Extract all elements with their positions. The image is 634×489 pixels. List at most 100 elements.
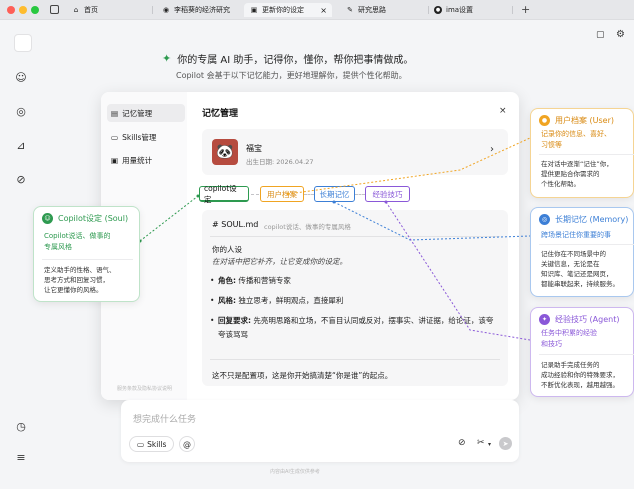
tab-divider	[152, 6, 153, 14]
settings-icon[interactable]: ⚙	[616, 29, 625, 40]
callout-subtitle: Copilot说话、做事的	[44, 232, 111, 240]
callout-desc: 知识库、笔记还是网页，	[541, 270, 613, 278]
compass-icon[interactable]: ⊘	[14, 172, 28, 186]
memory-modal: ▤ 记忆管理 ▭ Skills管理 ▣ 用量统计 服务条款及隐私协议说明 记忆管…	[101, 92, 519, 400]
user-icon: ●	[539, 115, 550, 126]
sidebar-item-usage[interactable]: ▣ 用量统计	[107, 151, 185, 169]
callout-title: 经验技巧 (Agent)	[555, 315, 620, 324]
close-window-button[interactable]	[7, 6, 15, 14]
profile-name: 福宝	[246, 144, 262, 153]
callout-desc: 让它更懂你的风格。	[44, 286, 103, 294]
callout-desc: 思考方式和回复习惯，	[44, 276, 109, 284]
sparkle-icon: ✦	[162, 52, 172, 65]
callout-subtitle: 专属风格	[44, 243, 72, 251]
callout-header: ◎ 长期记忆 (Memory)	[539, 214, 628, 225]
sidebar-item-label: 记忆管理	[122, 108, 153, 118]
callout-desc: 都能串联起来，持续服务。	[541, 280, 619, 288]
briefcase-icon: ▭	[137, 439, 145, 449]
modal-title: 记忆管理	[202, 109, 239, 119]
callout-desc: 成功经验和你的特殊要求，	[541, 371, 619, 379]
persona-item-role: 角色: 传播和营销专家	[210, 274, 498, 288]
callout-subtitle: 跨场景记住你重要的事	[541, 231, 611, 239]
callout-title: Copilot设定 (Soul)	[58, 214, 129, 223]
callout-desc: 不断优化表现，越用越强。	[541, 381, 619, 389]
callout-subtitle: 记录你的信息、喜好、	[541, 130, 611, 138]
callout-title: 用户档案 (User)	[555, 116, 615, 125]
persona-subheading: 在对话中把它补齐，让它变成你的设定。	[212, 257, 347, 266]
persona-item-style: 风格: 独立思考，鲜明观点，直接犀利	[210, 294, 498, 308]
close-icon[interactable]: ×	[499, 106, 507, 116]
profile-birth: 出生日期: 2026.04.27	[246, 158, 314, 166]
page-icon: ▣	[250, 6, 258, 14]
callout-header: ● 用户档案 (User)	[539, 115, 614, 126]
tab-divider	[512, 6, 513, 14]
divider	[42, 259, 133, 260]
chip-copilot-settings[interactable]: copilot设定	[199, 184, 249, 204]
callout-agent: ✦ 经验技巧 (Agent) 任务中积累的经验 和技巧 记录助手完成任务的 成功…	[530, 307, 634, 397]
skills-button[interactable]: ▭ Skills	[129, 436, 175, 452]
tab-label: 李稻葵的经济研究	[174, 6, 230, 14]
callout-desc: 定义助手的性格、语气、	[44, 266, 116, 274]
ima-icon: ●	[434, 6, 442, 14]
callout-subtitle: 任务中积累的经验	[541, 329, 597, 337]
robot-icon[interactable]: ☺	[14, 70, 28, 84]
callout-user: ● 用户档案 (User) 记录你的信息、喜好、 习惯等 在对话中逐渐“记住”你…	[530, 108, 634, 198]
divider	[210, 359, 500, 360]
attachment-icon[interactable]: ⊘	[458, 438, 466, 448]
chart-icon[interactable]: ⊿	[14, 138, 28, 152]
location-pin-icon[interactable]: ◎	[14, 104, 28, 118]
chevron-down-icon[interactable]: ▾	[488, 441, 491, 448]
item-text: 独立思考，鲜明观点，直接犀利	[236, 296, 344, 305]
callout-header: ✦ 经验技巧 (Agent)	[539, 314, 619, 325]
callout-subtitle: 习惯等	[541, 141, 562, 149]
scissors-icon[interactable]: ✂	[477, 438, 485, 448]
mention-button[interactable]: @	[179, 436, 195, 452]
minimize-window-button[interactable]	[19, 6, 27, 14]
maximize-window-button[interactable]	[31, 6, 39, 14]
chat-input[interactable]: 想完成什么任务 ▭ Skills @ ⊘ ✂ ▾ ➤	[121, 400, 519, 462]
tab-home[interactable]: ⌂ 首页	[66, 3, 104, 17]
close-tab-icon[interactable]: ×	[320, 6, 327, 15]
tab-label: 首页	[84, 6, 98, 14]
comment-icon[interactable]: ▢	[596, 30, 605, 40]
avatar: 🐼	[212, 139, 238, 165]
callout-soul: ☺ Copilot设定 (Soul) Copilot说话、做事的 专属风格 定义…	[33, 206, 140, 302]
divider	[539, 154, 634, 155]
terms-link[interactable]: 服务条款及隐私协议说明	[117, 385, 172, 392]
chat-placeholder: 想完成什么任务	[133, 415, 197, 425]
sidebar-logo[interactable]	[14, 34, 32, 52]
tab-research[interactable]: ◉ 李稻葵的经济研究	[156, 3, 236, 17]
persona-heading: 你的人设	[212, 245, 242, 254]
sidebar-item-memory[interactable]: ▤ 记忆管理	[107, 104, 185, 122]
send-button[interactable]: ➤	[499, 437, 512, 450]
location-icon: ◉	[162, 6, 170, 14]
tab-ima-settings[interactable]: ● ima设置	[428, 3, 479, 17]
profile-card[interactable]: 🐼 福宝 出生日期: 2026.04.27 ›	[202, 129, 508, 175]
item-label: 回复要求:	[218, 316, 251, 325]
callout-desc: 记录助手完成任务的	[541, 361, 600, 369]
sidebar-item-skills[interactable]: ▭ Skills管理	[107, 128, 185, 146]
chip-connector	[355, 194, 365, 195]
tab-label: 研究思路	[358, 6, 386, 14]
callout-header: ☺ Copilot设定 (Soul)	[42, 213, 128, 224]
sidebar-toggle-icon[interactable]	[50, 5, 59, 14]
tab-label: ima设置	[446, 6, 474, 14]
callout-desc: 提供更贴合你需求的	[541, 170, 600, 178]
chip-user-profile[interactable]: 用户档案	[260, 186, 304, 202]
tab-research-ideas[interactable]: ✎ 研究思路	[340, 3, 392, 17]
tab-label: 更新你的设定	[262, 6, 304, 14]
persona-footer: 这不只是配置项，这是你开始搞清楚“你是谁”的起点。	[212, 371, 393, 380]
callout-desc: 关键信息，无论是在	[541, 260, 600, 268]
menu-icon[interactable]: ≡	[14, 450, 28, 464]
history-icon[interactable]: ◷	[14, 419, 28, 433]
item-label: 角色:	[218, 276, 236, 285]
callout-subtitle: 和技巧	[541, 340, 562, 348]
chip-experience-skills[interactable]: 经验技巧	[365, 186, 410, 202]
new-tab-icon[interactable]: +	[521, 3, 530, 16]
tab-update-settings[interactable]: ▣ 更新你的设定 ×	[244, 3, 332, 17]
chip-long-term-memory[interactable]: 长期记忆	[314, 186, 355, 202]
robot-icon: ☺	[42, 213, 53, 224]
chevron-right-icon: ›	[490, 144, 494, 155]
page-headline: ✦ 你的专属 AI 助手，记得你，懂你，帮你把事情做成。	[162, 51, 413, 66]
app-window: ⌂ 首页 ◉ 李稻葵的经济研究 ▣ 更新你的设定 × ✎ 研究思路 ● ima设…	[0, 0, 634, 489]
